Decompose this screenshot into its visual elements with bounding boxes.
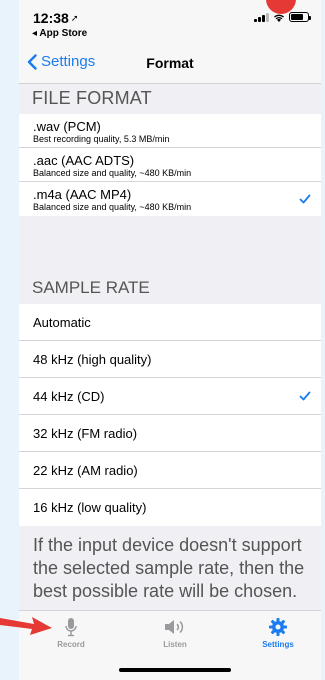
annotation-arrow-icon: [0, 617, 52, 635]
tab-listen-label: Listen: [163, 640, 187, 649]
wifi-icon: [274, 14, 284, 22]
sample-rate-label: 32 kHz (FM radio): [33, 426, 138, 441]
tab-settings[interactable]: Settings: [243, 617, 313, 649]
speaker-icon: [165, 620, 184, 634]
right-margin: [321, 0, 325, 680]
file-format-wav[interactable]: .wav (PCM) Best recording quality, 5.3 M…: [19, 114, 321, 148]
left-margin: [0, 0, 19, 680]
settings-content: FILE FORMAT .wav (PCM) Best recording qu…: [19, 84, 321, 610]
sample-rate-header: SAMPLE RATE: [32, 278, 150, 297]
status-bar: 12:38 ➚ ◂ App Store: [19, 0, 321, 44]
microphone-icon: [65, 618, 77, 637]
screenshot-root: 12:38 ➚ ◂ App Store Settings Format FILE…: [0, 0, 325, 680]
sample-rate-label: 16 kHz (low quality): [33, 500, 147, 515]
tab-settings-label: Settings: [262, 640, 294, 649]
tab-listen[interactable]: Listen: [140, 617, 210, 649]
sample-rate-label: 44 kHz (CD): [33, 389, 105, 404]
sample-rate-16khz[interactable]: 16 kHz (low quality): [19, 489, 321, 526]
sample-rate-32khz[interactable]: 32 kHz (FM radio): [19, 415, 321, 452]
file-format-subtitle: Best recording quality, 5.3 MB/min: [33, 134, 170, 144]
page-title: Format: [146, 55, 194, 71]
back-to-app-store-link[interactable]: ◂ App Store: [32, 28, 87, 39]
file-format-title: .m4a (AAC MP4): [33, 187, 132, 202]
file-format-title: .aac (AAC ADTS): [33, 153, 135, 168]
time-text: 12:38: [33, 10, 69, 26]
file-format-aac[interactable]: .aac (AAC ADTS) Balanced size and qualit…: [19, 148, 321, 182]
file-format-title: .wav (PCM): [33, 119, 101, 134]
phone-screen: 12:38 ➚ ◂ App Store Settings Format FILE…: [19, 0, 321, 680]
cellular-signal-icon: [254, 12, 269, 22]
sample-rate-48khz[interactable]: 48 kHz (high quality): [19, 341, 321, 378]
file-format-subtitle: Balanced size and quality, ~480 KB/min: [33, 168, 192, 178]
checkmark-icon: [299, 194, 311, 204]
sample-rate-44khz[interactable]: 44 kHz (CD): [19, 378, 321, 415]
checkmark-icon: [299, 391, 311, 401]
sample-rate-label: 22 kHz (AM radio): [33, 463, 138, 478]
battery-icon: [289, 12, 311, 22]
location-arrow-icon: ➚: [70, 13, 79, 23]
sample-rate-label: 48 kHz (high quality): [33, 352, 152, 367]
file-format-header: FILE FORMAT: [32, 88, 152, 108]
file-format-list: .wav (PCM) Best recording quality, 5.3 M…: [19, 114, 321, 216]
sample-rate-22khz[interactable]: 22 kHz (AM radio): [19, 452, 321, 489]
sample-rate-footer-note: If the input device doesn't support the …: [33, 535, 305, 601]
sample-rate-list: Automatic 48 kHz (high quality) 44 kHz (…: [19, 304, 321, 526]
status-icons: [254, 12, 311, 22]
navigation-bar: Settings Format: [19, 44, 321, 84]
tab-record-label: Record: [57, 640, 85, 649]
sample-rate-automatic[interactable]: Automatic: [19, 304, 321, 341]
home-indicator[interactable]: [119, 668, 231, 672]
file-format-m4a[interactable]: .m4a (AAC MP4) Balanced size and quality…: [19, 182, 321, 216]
file-format-subtitle: Balanced size and quality, ~480 KB/min: [33, 202, 192, 212]
tab-bar: Record Listen Settings: [19, 610, 321, 680]
gear-icon: [269, 618, 287, 636]
status-time: 12:38 ➚: [33, 10, 78, 26]
sample-rate-label: Automatic: [33, 315, 91, 330]
